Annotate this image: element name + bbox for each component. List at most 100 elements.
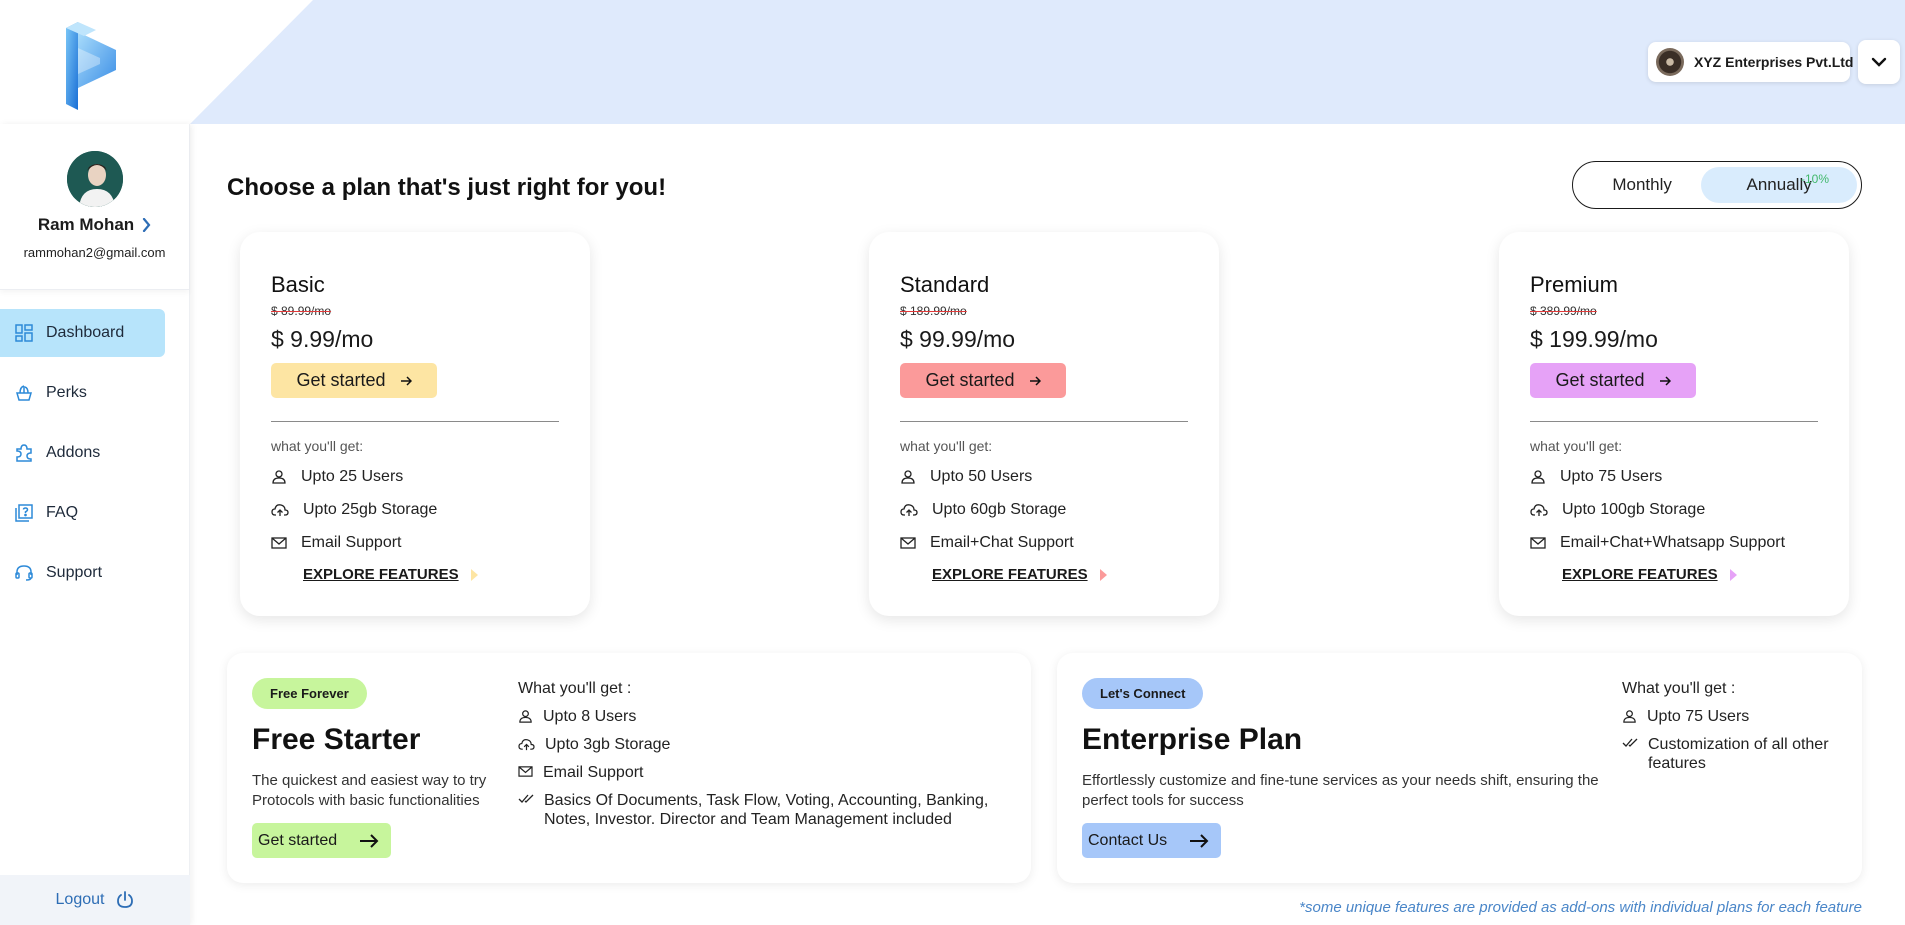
user-profile: Ram Mohan rammohan2@gmail.com [0, 124, 189, 290]
company-dropdown-button[interactable] [1858, 40, 1900, 84]
feature-text: Email+Chat Support [930, 534, 1074, 551]
sidebar-item-dashboard[interactable]: Dashboard [0, 309, 165, 357]
divider [271, 421, 559, 422]
page-title: Choose a plan that's just right for you! [227, 174, 667, 201]
link-label: EXPLORE FEATURES [932, 566, 1088, 583]
company-switcher[interactable]: XYZ Enterprises Pvt.Ltd [1648, 42, 1853, 82]
arrow-right-icon [1029, 375, 1041, 386]
mail-icon [900, 537, 916, 549]
double-check-icon [518, 794, 534, 803]
link-label: EXPLORE FEATURES [1562, 566, 1718, 583]
mail-icon [518, 766, 533, 777]
plan-old-price: $ 389.99/mo [1530, 304, 1597, 318]
user-icon [1623, 710, 1636, 723]
feature-users: Upto 75 Users [1622, 707, 1837, 726]
company-avatar [1656, 48, 1684, 76]
sidebar-nav: Dashboard Perks Addons FAQ Support [0, 309, 189, 597]
features-heading: what you'll get: [271, 438, 364, 454]
plan-title: Free Starter [252, 723, 421, 756]
feature-text: Upto 75 Users [1560, 468, 1663, 485]
feature-support: Email Support [271, 533, 559, 553]
user-icon [519, 710, 532, 723]
feature-text: Upto 25 Users [301, 468, 404, 485]
feature-text: Email Support [301, 534, 402, 551]
features-heading: what you'll get: [900, 438, 993, 454]
explore-features-link[interactable]: EXPLORE FEATURES [303, 566, 559, 583]
user-email: rammohan2@gmail.com [23, 245, 166, 260]
mail-icon [271, 537, 287, 549]
feature-storage: Upto 25gb Storage [271, 500, 559, 520]
user-name[interactable]: Ram Mohan [38, 215, 134, 235]
feature-support: Email+Chat+Whatsapp Support [1530, 533, 1818, 553]
lets-connect-badge: Let's Connect [1082, 678, 1204, 709]
discount-badge: -10% [1800, 172, 1829, 186]
play-icon [470, 568, 478, 581]
get-started-button[interactable]: Get started [1530, 363, 1696, 398]
button-label: Get started [1555, 370, 1645, 390]
dashboard-icon [15, 324, 33, 342]
plan-card-premium: Premium $ 389.99/mo $ 199.99/mo Get star… [1499, 232, 1849, 616]
avatar[interactable] [66, 151, 123, 207]
mail-icon [1530, 537, 1546, 549]
get-started-button[interactable]: Get started [271, 363, 437, 398]
feature-text: Upto 3gb Storage [545, 736, 671, 753]
sidebar-item-perks[interactable]: Perks [0, 369, 165, 417]
logout-label: Logout [55, 891, 105, 908]
plan-description: The quickest and easiest way to try Prot… [252, 772, 487, 809]
feature-support: Email Support [518, 763, 998, 782]
arrow-right-icon [360, 833, 379, 848]
button-label: Get started [925, 370, 1015, 390]
feature-users: Upto 25 Users [271, 467, 559, 487]
cloud-upload-icon [518, 739, 535, 751]
logout-button[interactable]: Logout [0, 875, 190, 925]
arrow-right-icon [400, 375, 412, 386]
play-icon [1099, 568, 1107, 581]
user-icon [901, 470, 915, 484]
plan-name: Basic [271, 272, 325, 297]
feature-storage: Upto 100gb Storage [1530, 500, 1818, 520]
get-started-button[interactable]: Get started [252, 823, 392, 858]
feature-support: Email+Chat Support [900, 533, 1188, 553]
divider [900, 421, 1188, 422]
feature-users: Upto 75 Users [1530, 467, 1818, 487]
plan-name: Premium [1530, 272, 1619, 297]
user-icon [1531, 470, 1545, 484]
chevron-right-icon[interactable] [142, 218, 151, 232]
sidebar-item-label: Addons [46, 444, 101, 461]
features-heading: What you'll get : [518, 680, 632, 697]
button-label: Get started [296, 370, 386, 390]
cloud-upload-icon [1530, 504, 1548, 516]
sidebar-item-faq[interactable]: FAQ [0, 489, 165, 537]
user-photo [66, 151, 123, 207]
get-started-button[interactable]: Get started [900, 363, 1066, 398]
feature-users: Upto 50 Users [900, 467, 1188, 487]
explore-features-link[interactable]: EXPLORE FEATURES [1562, 566, 1818, 583]
contact-us-button[interactable]: Contact Us [1082, 823, 1222, 858]
plan-price: $ 99.99/mo [900, 326, 1016, 352]
explore-features-link[interactable]: EXPLORE FEATURES [932, 566, 1188, 583]
arrow-right-icon [1659, 375, 1671, 386]
feature-users: Upto 8 Users [518, 707, 998, 726]
billing-period-toggle[interactable]: Monthly Annually -10% [1572, 161, 1862, 209]
double-check-icon [1622, 738, 1638, 747]
billing-option-annually[interactable]: Annually -10% [1701, 167, 1857, 203]
sidebar-item-label: Dashboard [46, 324, 125, 341]
divider [1530, 421, 1818, 422]
sidebar-item-support[interactable]: Support [0, 549, 165, 597]
free-starter-card: Free Forever Free Starter The quickest a… [227, 653, 1031, 883]
feature-text: Email Support [543, 764, 644, 781]
user-icon [272, 470, 286, 484]
plan-title: Enterprise Plan [1082, 723, 1303, 756]
sidebar-item-label: Perks [46, 384, 87, 401]
plan-name: Standard [900, 272, 990, 297]
sidebar-item-addons[interactable]: Addons [0, 429, 165, 477]
puzzle-icon [16, 444, 32, 462]
billing-option-monthly[interactable]: Monthly [1583, 167, 1701, 203]
feature-storage: Upto 60gb Storage [900, 500, 1188, 520]
plan-price: $ 9.99/mo [271, 326, 374, 352]
feature-text: Upto 75 Users [1647, 708, 1750, 725]
app-logo[interactable] [58, 22, 120, 110]
chevron-down-icon [1871, 57, 1887, 67]
feature-text: Email+Chat+Whatsapp Support [1560, 534, 1786, 551]
feature-storage: Upto 3gb Storage [518, 735, 998, 754]
